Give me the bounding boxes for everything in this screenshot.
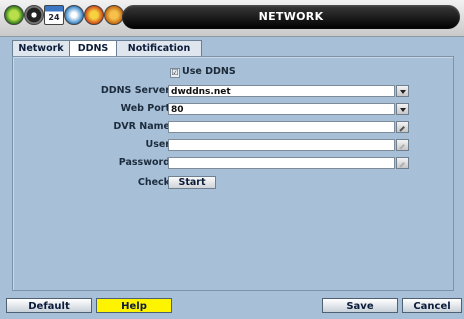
- dvr-name-field[interactable]: [168, 121, 395, 133]
- tab-network[interactable]: Network: [12, 40, 70, 56]
- calendar-day-label: 24: [48, 13, 60, 22]
- tab-ddns[interactable]: DDNS: [69, 40, 117, 57]
- password-edit-icon[interactable]: [396, 157, 409, 169]
- system-icon[interactable]: [4, 5, 24, 25]
- web-port-select[interactable]: 80: [168, 103, 395, 115]
- password-field[interactable]: [168, 157, 395, 169]
- ddns-server-select[interactable]: dwddns.net: [168, 85, 395, 97]
- page-title: NETWORK: [258, 10, 324, 23]
- default-button[interactable]: Default: [6, 298, 92, 313]
- password-label: Password: [118, 157, 170, 168]
- record-icon[interactable]: [24, 5, 44, 25]
- user-label: User: [145, 139, 171, 150]
- start-button[interactable]: Start: [168, 176, 216, 189]
- tab-notification[interactable]: Notification: [116, 40, 202, 56]
- title-bar: NETWORK: [122, 5, 460, 29]
- check-label: Check: [137, 177, 170, 188]
- top-menu-bar: 24 NETWORK: [0, 0, 464, 37]
- help-button[interactable]: Help: [96, 298, 172, 313]
- network-icon[interactable]: [64, 5, 84, 25]
- use-ddns-label: Use DDNS: [182, 66, 236, 77]
- ddns-server-dropdown-icon[interactable]: [396, 85, 409, 97]
- bottom-button-bar: Default Help Save Cancel: [0, 296, 464, 319]
- use-ddns-checkbox[interactable]: ☑: [170, 68, 180, 78]
- user-field[interactable]: [168, 139, 395, 151]
- dvr-name-edit-icon[interactable]: [396, 121, 409, 133]
- user-edit-icon[interactable]: [396, 139, 409, 151]
- dvr-name-label: DVR Name: [113, 121, 170, 132]
- cancel-button[interactable]: Cancel: [402, 298, 462, 313]
- save-button[interactable]: Save: [322, 298, 398, 313]
- web-port-label: Web Port: [120, 103, 170, 114]
- event-icon[interactable]: [84, 5, 104, 25]
- ddns-server-label: DDNS Server: [100, 85, 170, 96]
- disk-icon[interactable]: [104, 5, 124, 25]
- web-port-dropdown-icon[interactable]: [396, 103, 409, 115]
- calendar-icon[interactable]: 24: [44, 5, 64, 25]
